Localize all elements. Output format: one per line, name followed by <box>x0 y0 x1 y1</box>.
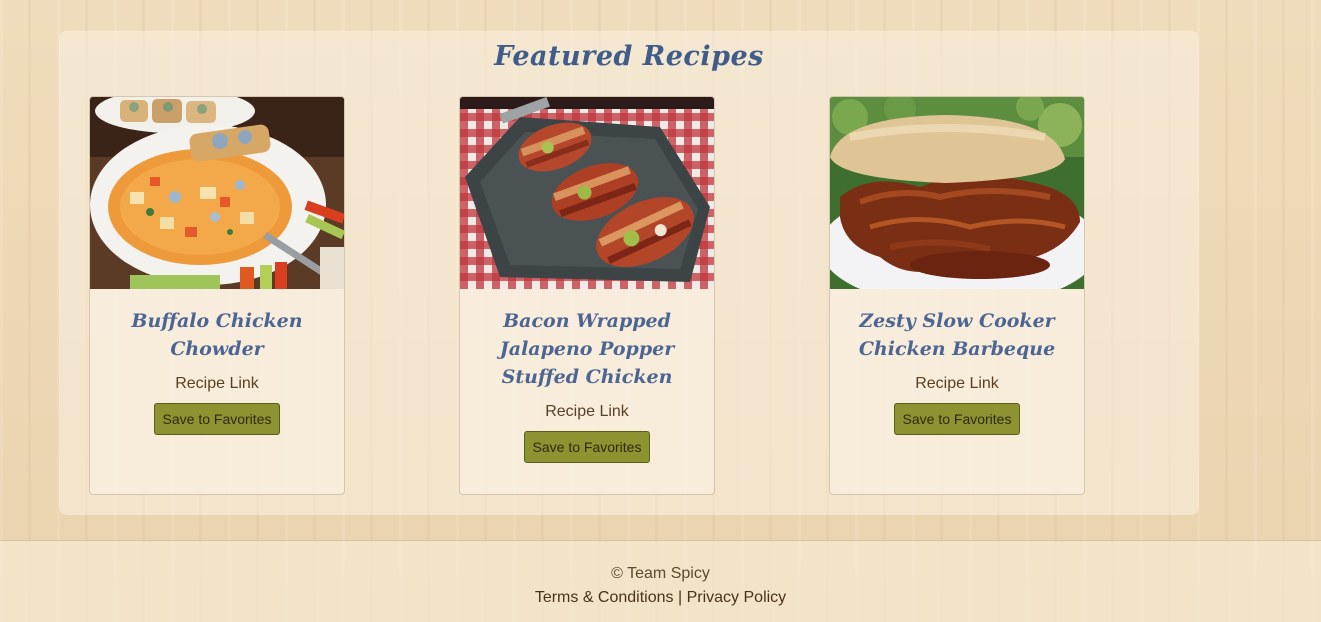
barbeque-photo <box>830 97 1084 289</box>
save-to-favorites-button[interactable]: Save to Favorites <box>523 431 651 463</box>
bacon-chicken-photo <box>460 97 714 289</box>
recipe-image-barbeque <box>830 97 1084 289</box>
recipe-link[interactable]: Recipe Link <box>470 403 704 421</box>
copyright-text: © Team Spicy <box>611 565 710 582</box>
recipe-image-bacon-chicken <box>460 97 714 289</box>
recipe-image-chowder <box>90 97 344 289</box>
footer-separator: | <box>677 589 683 606</box>
recipe-title: Bacon Wrapped Jalapeno Popper Stuffed Ch… <box>499 310 675 388</box>
save-to-favorites-button[interactable]: Save to Favorites <box>893 403 1021 435</box>
recipe-link[interactable]: Recipe Link <box>100 375 334 393</box>
terms-conditions-link[interactable]: Terms & Conditions <box>535 589 674 606</box>
featured-recipes-section: Featured Recipes Buffalo Chicken Chowder… <box>59 31 1199 515</box>
recipe-title: Buffalo Chicken Chowder <box>131 310 303 360</box>
recipe-link[interactable]: Recipe Link <box>840 375 1074 393</box>
footer-links: Terms & Conditions | Privacy Policy <box>0 589 1321 607</box>
chowder-photo <box>90 97 344 289</box>
recipe-card-slow-cooker-barbeque: Zesty Slow Cooker Chicken Barbeque Recip… <box>829 96 1085 495</box>
recipe-title: Zesty Slow Cooker Chicken Barbeque <box>858 310 1056 360</box>
privacy-policy-link[interactable]: Privacy Policy <box>687 589 787 606</box>
recipe-card-buffalo-chicken-chowder: Buffalo Chicken Chowder Recipe Link Save… <box>89 96 345 495</box>
site-footer: © Team Spicy Terms & Conditions | Privac… <box>0 540 1321 622</box>
recipe-card-bacon-wrapped-chicken: Bacon Wrapped Jalapeno Popper Stuffed Ch… <box>459 96 715 495</box>
save-to-favorites-button[interactable]: Save to Favorites <box>153 403 281 435</box>
featured-recipes-title: Featured Recipes <box>494 41 764 72</box>
